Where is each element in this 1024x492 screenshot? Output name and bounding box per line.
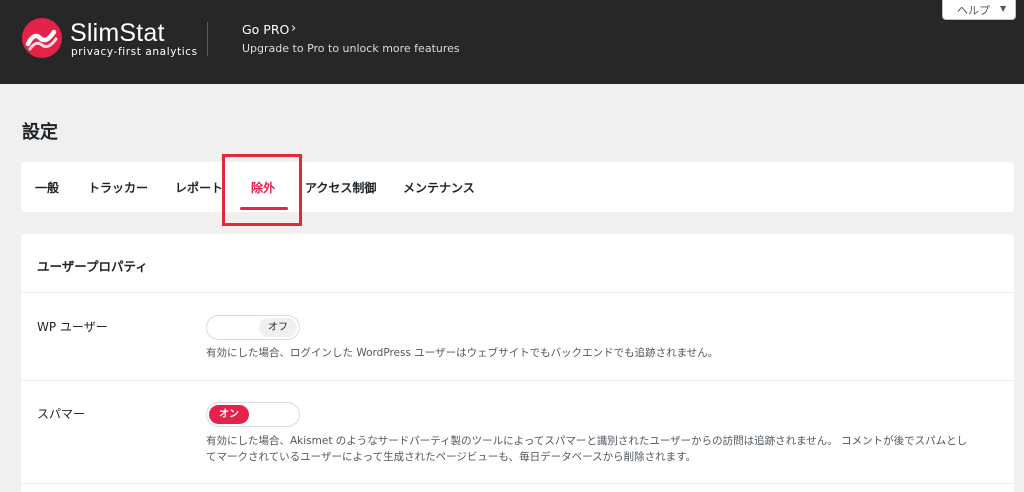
tab-maintenance[interactable]: メンテナンス	[403, 179, 475, 196]
help-button[interactable]: ヘルプ ▼	[942, 0, 1016, 20]
tab-general[interactable]: 一般	[35, 179, 59, 196]
tab-tracker[interactable]: トラッカー	[88, 179, 148, 196]
spammers-label: スパマー	[37, 407, 86, 421]
section-title: ユーザープロパティ	[37, 259, 148, 274]
toggle-state-label: オフ	[259, 318, 297, 337]
wp-users-toggle[interactable]: オフ	[206, 315, 300, 340]
tab-reports[interactable]: レポート	[175, 179, 223, 196]
wp-users-description: 有効にした場合、ログインした WordPress ユーザーはウェブサイトでもバッ…	[206, 347, 719, 359]
logo-name: SlimStat	[70, 19, 165, 47]
spammers-description-line1: 有効にした場合、Akismet のようなサードパーティ製のツールによってスパマー…	[206, 435, 968, 447]
section-divider	[21, 292, 1014, 293]
wp-users-label: WP ユーザー	[37, 320, 108, 334]
logo-tagline: privacy-first analytics	[71, 46, 198, 58]
header-divider	[207, 22, 208, 56]
row-divider	[21, 380, 1014, 381]
row-divider	[21, 483, 1014, 484]
chevron-right-icon[interactable]: ›	[291, 21, 296, 36]
caret-down-icon: ▼	[1000, 4, 1007, 13]
go-pro-subtitle: Upgrade to Pro to unlock more features	[242, 42, 460, 55]
tab-access-control[interactable]: アクセス制御	[305, 179, 376, 196]
slimstat-logo-icon	[22, 18, 62, 58]
spammers-toggle[interactable]: オン	[206, 402, 300, 427]
top-bar: SlimStat privacy-first analytics Go PRO …	[0, 0, 1024, 84]
settings-tabs: 一般 トラッカー レポート 除外 アクセス制御 メンテナンス	[21, 162, 1014, 212]
go-pro-link[interactable]: Go PRO	[242, 22, 289, 37]
toggle-state-label: オン	[209, 405, 249, 424]
page-title: 設定	[22, 122, 58, 143]
user-properties-panel: ユーザープロパティ WP ユーザー オフ 有効にした場合、ログインした Word…	[21, 234, 1014, 492]
help-label: ヘルプ	[957, 4, 990, 17]
spammers-description-line2: てマークされているユーザーによって生成されたページビューも、毎日データベースから…	[206, 451, 697, 463]
tab-highlight-box	[222, 154, 302, 226]
